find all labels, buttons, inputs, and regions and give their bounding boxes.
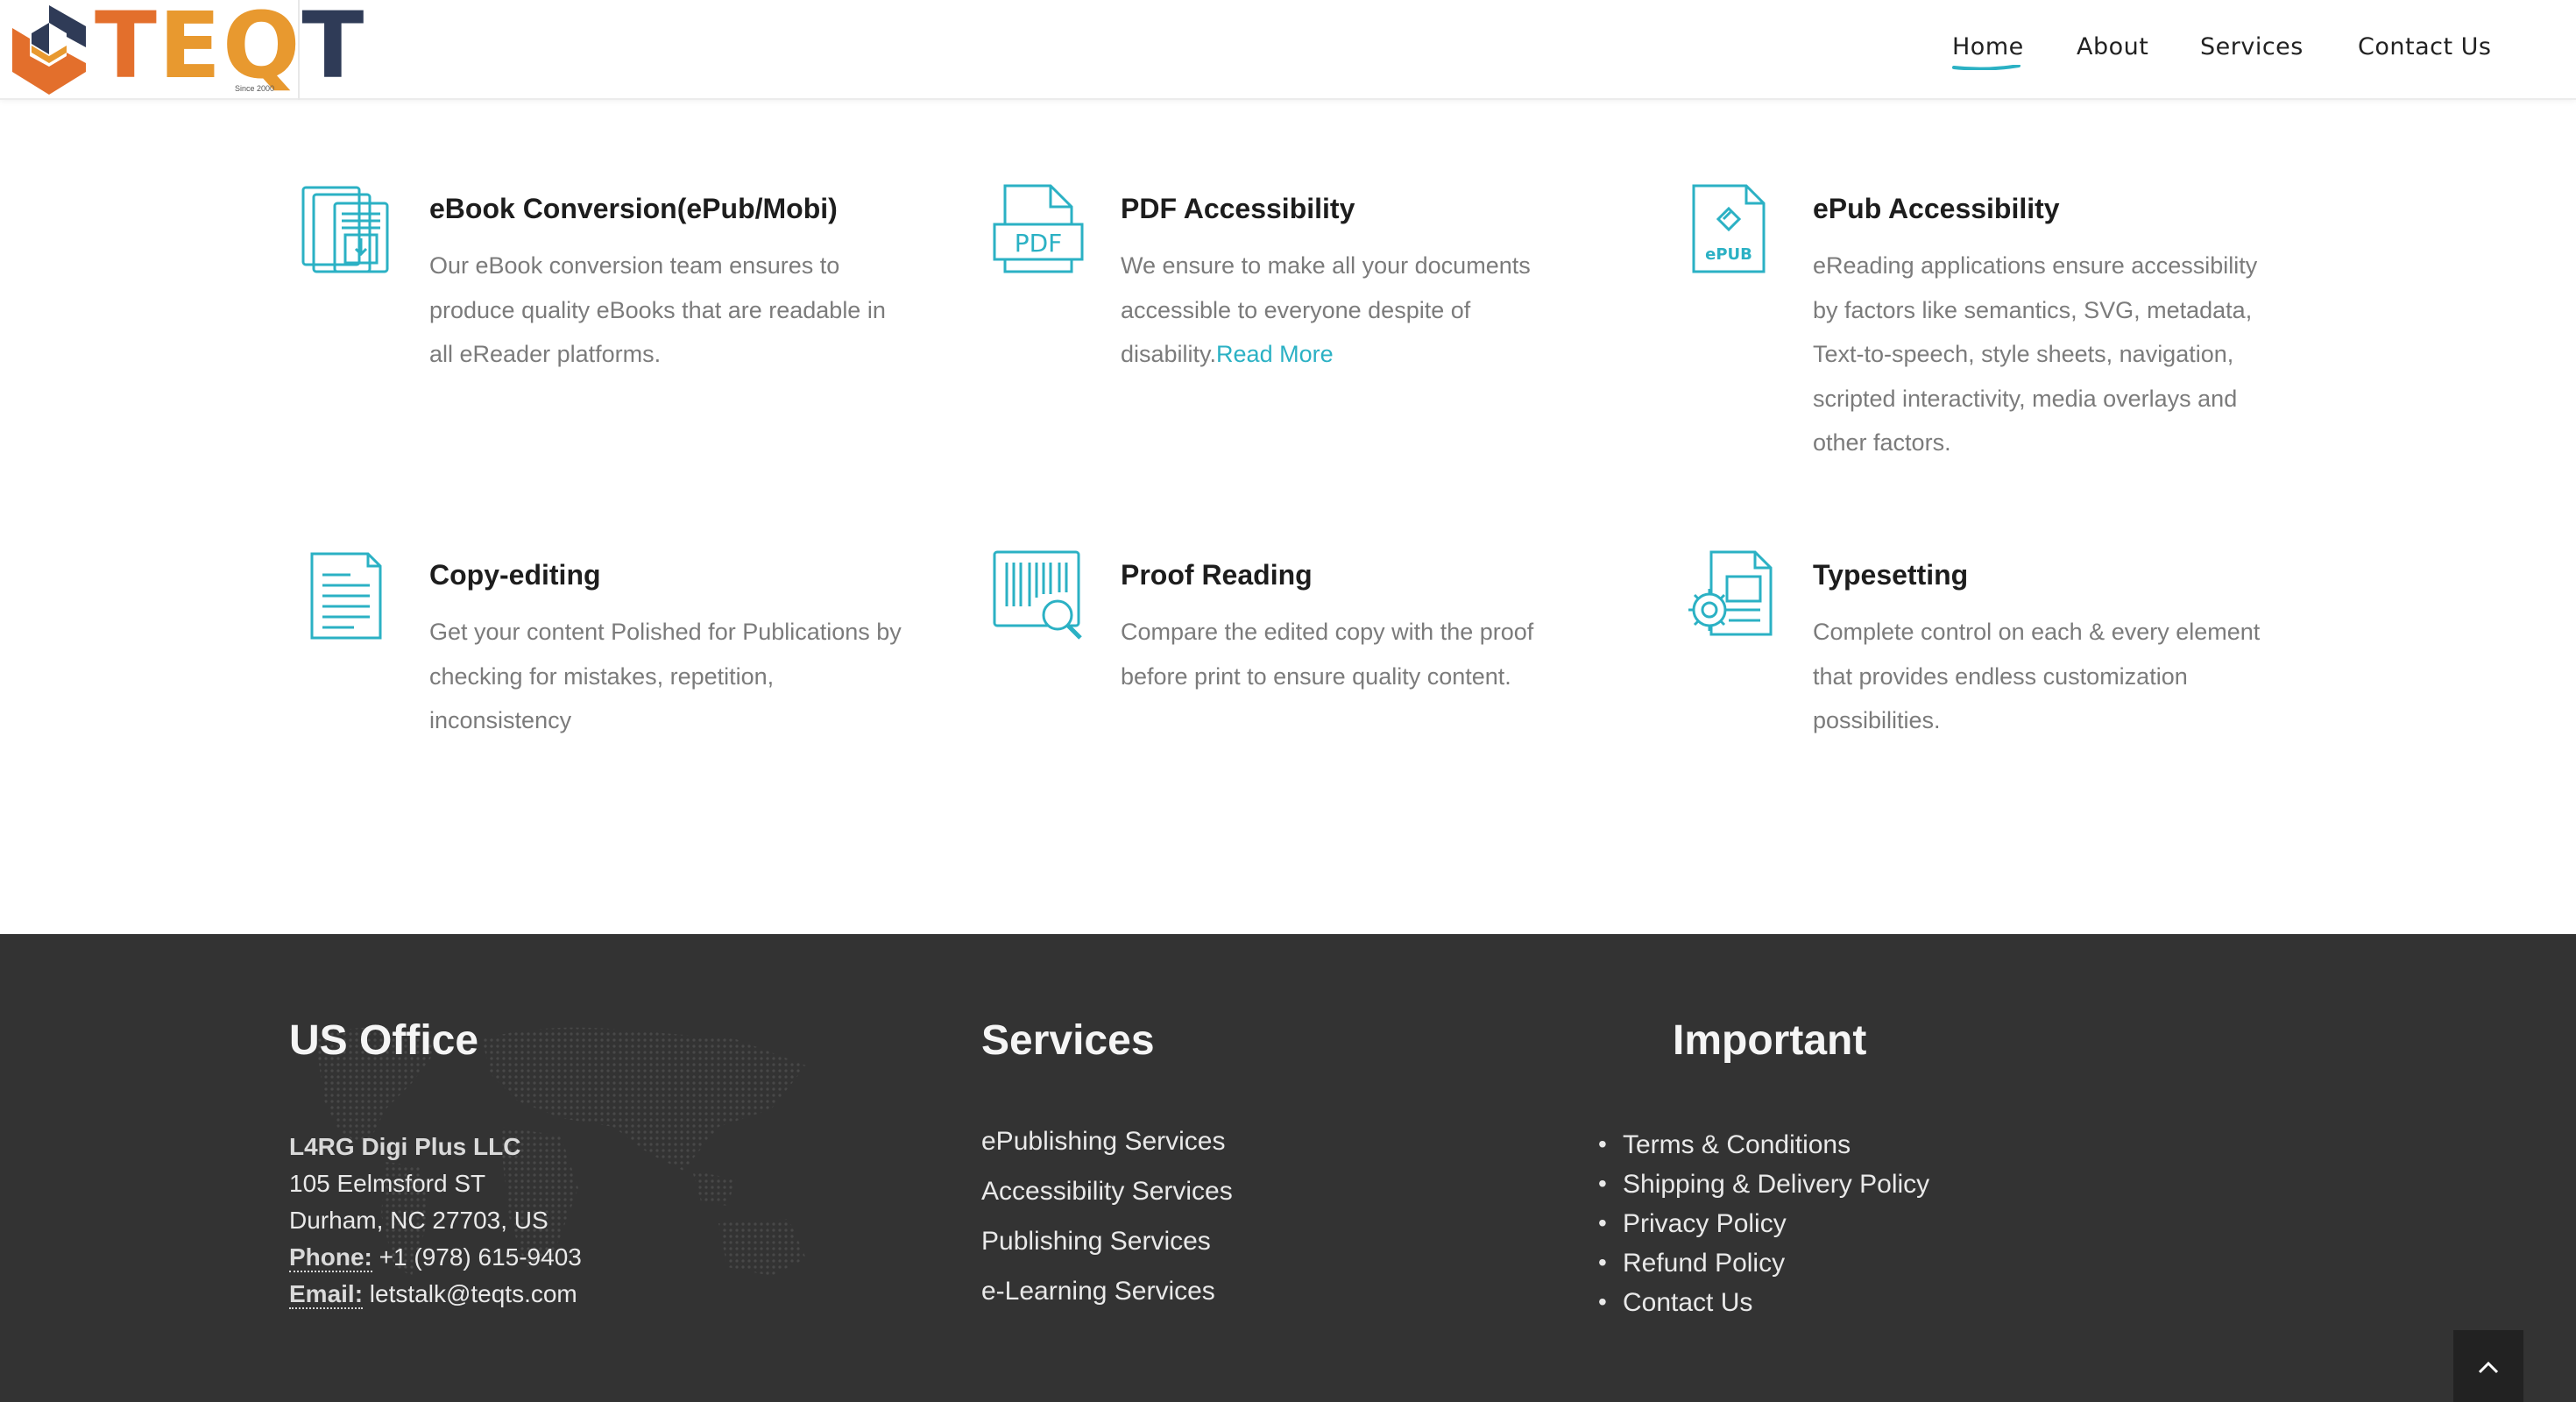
site-footer: US Office L4RG Digi Plus LLC 105 Eelmsfo… (0, 934, 2576, 1402)
service-description: We ensure to make all your documents acc… (1121, 252, 1531, 367)
service-title: Proof Reading (1121, 559, 1313, 591)
barcode-search-icon (993, 550, 1082, 640)
phone-number[interactable]: +1 (978) 615-9403 (372, 1243, 582, 1271)
hexagon-logo-icon (12, 5, 86, 95)
logo-wordmark: TEQT (95, 0, 366, 99)
read-more-link[interactable]: Read More (1216, 341, 1334, 367)
svg-text:PDF: PDF (1015, 229, 1063, 258)
footer-link-refund[interactable]: Refund Policy (1598, 1249, 1785, 1278)
nav-services[interactable]: Services (2200, 33, 2304, 60)
epub-icon: ePUB (1692, 184, 1766, 273)
footer-street: 105 Eelmsford ST (289, 1170, 486, 1197)
scroll-to-top-button[interactable] (2453, 1330, 2523, 1402)
service-description: Get your content Polished for Publicatio… (429, 619, 902, 733)
footer-link-publishing[interactable]: Publishing Services (981, 1227, 1211, 1257)
nav-home[interactable]: Home (1952, 33, 2024, 60)
document-icon (310, 552, 382, 640)
footer-heading-important: Important (1673, 1017, 1867, 1064)
chevron-up-icon (2478, 1361, 2499, 1374)
teqt-logo[interactable]: TEQT Since 2000 (0, 0, 364, 100)
svg-text:ePUB: ePUB (1705, 245, 1752, 264)
footer-link-terms[interactable]: Terms & Conditions (1598, 1130, 1851, 1160)
footer-link-privacy[interactable]: Privacy Policy (1598, 1209, 1787, 1239)
service-title: Copy-editing (429, 559, 601, 591)
footer-link-accessibility[interactable]: Accessibility Services (981, 1177, 1233, 1207)
ebook-icon (301, 186, 389, 273)
footer-company-name: L4RG Digi Plus LLC (289, 1133, 521, 1160)
footer-link-shipping[interactable]: Shipping & Delivery Policy (1598, 1170, 1929, 1200)
service-description: Our eBook conversion team ensures to pro… (429, 252, 886, 367)
service-title: eBook Conversion(ePub/Mobi) (429, 193, 838, 224)
nav-active-underline (1952, 65, 2020, 70)
service-title: Typesetting (1813, 559, 1969, 591)
footer-link-contact[interactable]: Contact Us (1598, 1288, 1752, 1318)
email-address[interactable]: letstalk@teqts.com (363, 1280, 577, 1307)
service-description: Complete control on each & every element… (1813, 619, 2261, 733)
service-description: eReading applications ensure accessibili… (1813, 252, 2258, 456)
pdf-icon: PDF (993, 184, 1084, 273)
email-label: Email: (289, 1280, 364, 1309)
footer-link-epublishing[interactable]: ePublishing Services (981, 1127, 1225, 1157)
service-description: Compare the edited copy with the proof b… (1121, 619, 1534, 690)
typesetting-gear-icon (1688, 550, 1773, 636)
footer-phone: Phone: +1 (978) 615-9403 (289, 1239, 582, 1276)
service-title: ePub Accessibility (1813, 193, 2060, 224)
phone-label: Phone: (289, 1243, 372, 1272)
logo-since: Since 2000 (235, 84, 275, 93)
footer-link-elearning[interactable]: e-Learning Services (981, 1277, 1215, 1306)
nav-about[interactable]: About (2077, 33, 2148, 60)
footer-city: Durham, NC 27703, US (289, 1207, 548, 1234)
service-title: PDF Accessibility (1121, 193, 1355, 224)
footer-heading-services: Services (981, 1017, 1155, 1064)
site-header: TEQT Since 2000 Home About Services Cont… (0, 0, 2576, 100)
footer-heading-us-office: US Office (289, 1017, 479, 1064)
footer-email: Email: letstalk@teqts.com (289, 1276, 577, 1313)
nav-contact-us[interactable]: Contact Us (2358, 33, 2491, 60)
